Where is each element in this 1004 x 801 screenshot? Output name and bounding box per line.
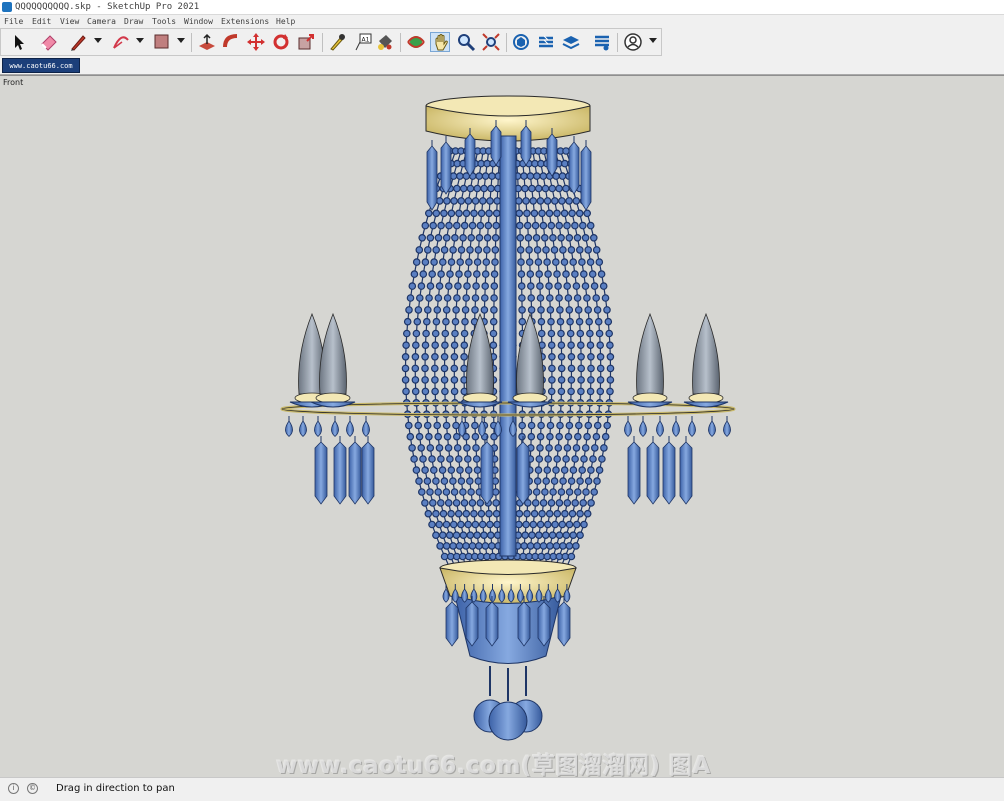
title-bar: QQQQQQQQQQ.skp - SketchUp Pro 2021 [0,0,1004,15]
account-icon[interactable] [623,32,643,52]
geolocation-icon[interactable]: i [8,783,19,794]
svg-text:A1: A1 [362,37,370,44]
toolbar-separator [506,33,507,52]
menu-help[interactable]: Help [276,16,295,27]
pan-tool-icon[interactable] [430,32,450,52]
bottom-crystal-ball [473,666,543,741]
menu-extensions[interactable]: Extensions [221,16,269,27]
3d-warehouse-icon[interactable] [511,32,531,52]
menu-camera[interactable]: Camera [87,16,116,27]
toolbar-separator [400,33,401,52]
account-dropdown-icon[interactable] [649,38,657,43]
watermark-text: www.caotu66.com(草图溜溜网) 图A [276,753,711,778]
rectangle-tool-icon[interactable] [152,32,172,52]
drawing-viewport[interactable]: Front www.caotu66.com(草图溜溜网) 图A [0,75,1004,778]
zoom-tool-icon[interactable] [456,32,476,52]
menu-window[interactable]: Window [184,16,213,27]
move-tool-icon[interactable] [246,32,266,52]
select-tool-icon[interactable] [9,32,29,52]
eraser-tool-icon[interactable] [39,32,59,52]
push-pull-tool-icon[interactable] [197,32,217,52]
menu-file[interactable]: File [4,16,23,27]
menu-edit[interactable]: Edit [32,16,51,27]
toolbar-separator [617,33,618,52]
scene-tab[interactable]: www.caotu66.com [2,58,80,73]
orbit-tool-icon[interactable] [406,32,426,52]
shape-tool-dropdown-icon[interactable] [177,38,185,43]
lower-band [439,559,577,664]
layout-icon[interactable] [561,32,581,52]
style-builder-icon[interactable] [592,32,612,52]
chandelier-model[interactable] [0,76,1004,778]
arc-tool-dropdown-icon[interactable] [136,38,144,43]
arc-tool-icon[interactable] [111,32,131,52]
central-column [499,135,517,557]
toolbar-separator [322,33,323,52]
paint-bucket-tool-icon[interactable] [375,32,395,52]
extension-warehouse-icon[interactable] [536,32,556,52]
status-message: Drag in direction to pan [56,783,175,794]
line-tool-icon[interactable] [68,32,88,52]
main-toolbar: A1 [0,28,662,56]
menu-bar: File Edit View Camera Draw Tools Window … [0,15,1004,28]
menu-view[interactable]: View [60,16,79,27]
tape-measure-tool-icon[interactable] [328,32,348,52]
ceiling-canopy [425,95,591,142]
window-title: QQQQQQQQQQ.skp - SketchUp Pro 2021 [15,2,200,12]
toolbar-separator [191,33,192,52]
credits-icon[interactable]: © [27,783,38,794]
follow-me-tool-icon[interactable] [221,32,241,52]
sketchup-app-icon [2,2,12,12]
text-tool-icon[interactable]: A1 [353,32,373,52]
menu-draw[interactable]: Draw [124,16,143,27]
rotate-tool-icon[interactable] [271,32,291,52]
line-tool-dropdown-icon[interactable] [94,38,102,43]
zoom-extents-tool-icon[interactable] [481,32,501,52]
scene-tab-bar: www.caotu66.com [0,57,1004,75]
status-bar: i © Drag in direction to pan [0,777,1004,801]
scale-tool-icon[interactable] [296,32,316,52]
menu-tools[interactable]: Tools [152,16,176,27]
